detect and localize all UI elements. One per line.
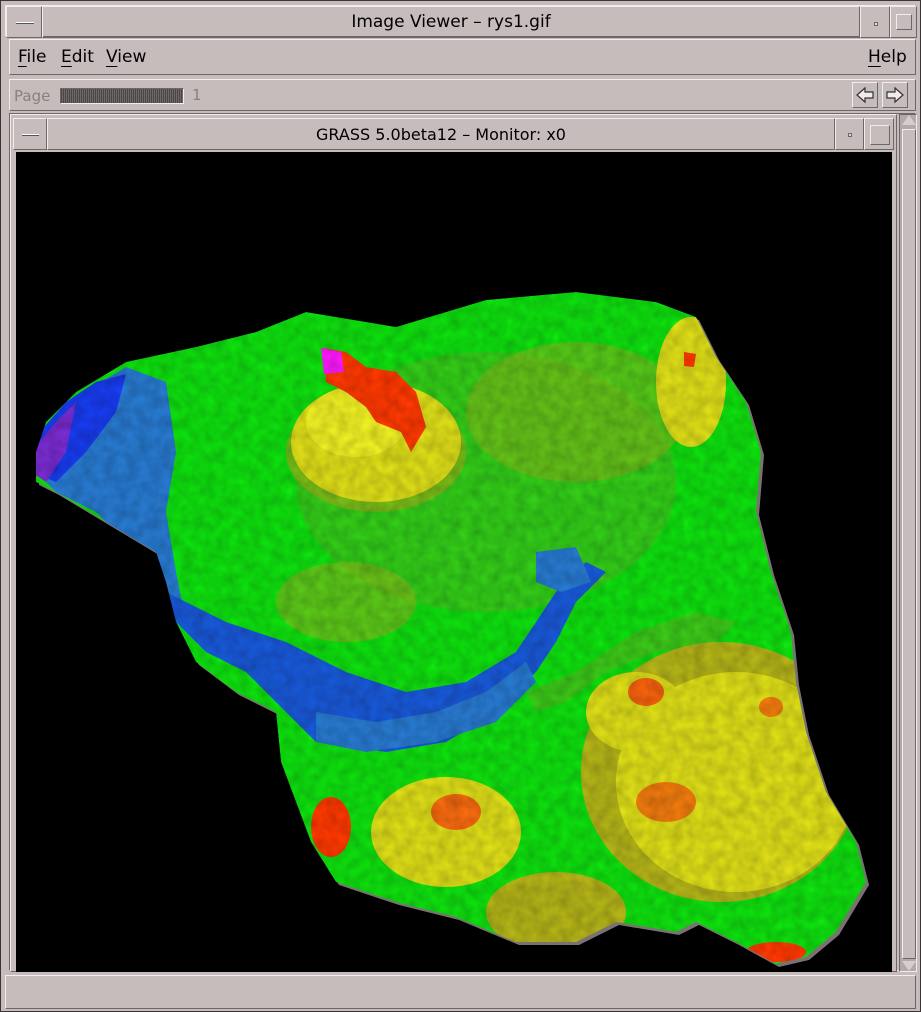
maximize-icon <box>870 125 890 145</box>
monitor-title: GRASS 5.0beta12 – Monitor: x0 <box>316 124 566 144</box>
image-viewer-window: Image Viewer – rys1.gif File Edit View H… <box>0 0 921 1012</box>
page-label: Page <box>14 87 51 105</box>
monitor-window: GRASS 5.0beta12 – Monitor: x0 <box>10 114 897 972</box>
scroll-down-arrow-icon[interactable] <box>902 961 916 971</box>
page-number: 1 <box>192 86 202 104</box>
monitor-minimize-button[interactable] <box>835 118 864 150</box>
monitor-title-area[interactable]: GRASS 5.0beta12 – Monitor: x0 <box>47 118 835 150</box>
scroll-up-arrow-icon[interactable] <box>902 115 916 125</box>
window-menu-icon <box>16 22 34 24</box>
window-title: Image Viewer – rys1.gif <box>351 12 551 32</box>
minimize-button[interactable] <box>860 6 890 38</box>
next-page-button[interactable] <box>882 82 908 108</box>
minimize-icon <box>848 133 852 137</box>
window-titlebar[interactable]: Image Viewer – rys1.gif <box>5 5 917 38</box>
menu-edit[interactable]: Edit <box>61 47 94 67</box>
page-toolbar: Page 1 <box>9 79 916 111</box>
image-viewport: GRASS 5.0beta12 – Monitor: x0 <box>9 113 917 972</box>
right-arrow-icon <box>886 86 904 104</box>
monitor-menu-icon <box>22 134 39 136</box>
left-arrow-icon <box>856 86 874 104</box>
menubar: File Edit View Help <box>9 39 916 75</box>
menu-view[interactable]: View <box>106 47 146 67</box>
status-bar <box>5 975 916 1009</box>
monitor-menu-button[interactable] <box>13 118 47 150</box>
previous-page-button[interactable] <box>852 82 878 108</box>
menu-help[interactable]: Help <box>868 47 907 67</box>
minimize-icon <box>874 22 878 26</box>
window-menu-button[interactable] <box>6 6 42 38</box>
monitor-titlebar[interactable]: GRASS 5.0beta12 – Monitor: x0 <box>13 118 894 150</box>
raster-display[interactable] <box>16 152 892 972</box>
scroll-thumb[interactable] <box>902 129 916 959</box>
elevation-map <box>16 152 892 972</box>
menu-file[interactable]: File <box>18 47 46 67</box>
vertical-scrollbar[interactable] <box>899 114 917 972</box>
maximize-icon <box>896 14 912 30</box>
monitor-maximize-button[interactable] <box>864 118 894 150</box>
maximize-button[interactable] <box>890 6 917 38</box>
window-title-area[interactable]: Image Viewer – rys1.gif <box>42 6 860 38</box>
page-slider[interactable] <box>60 88 184 104</box>
